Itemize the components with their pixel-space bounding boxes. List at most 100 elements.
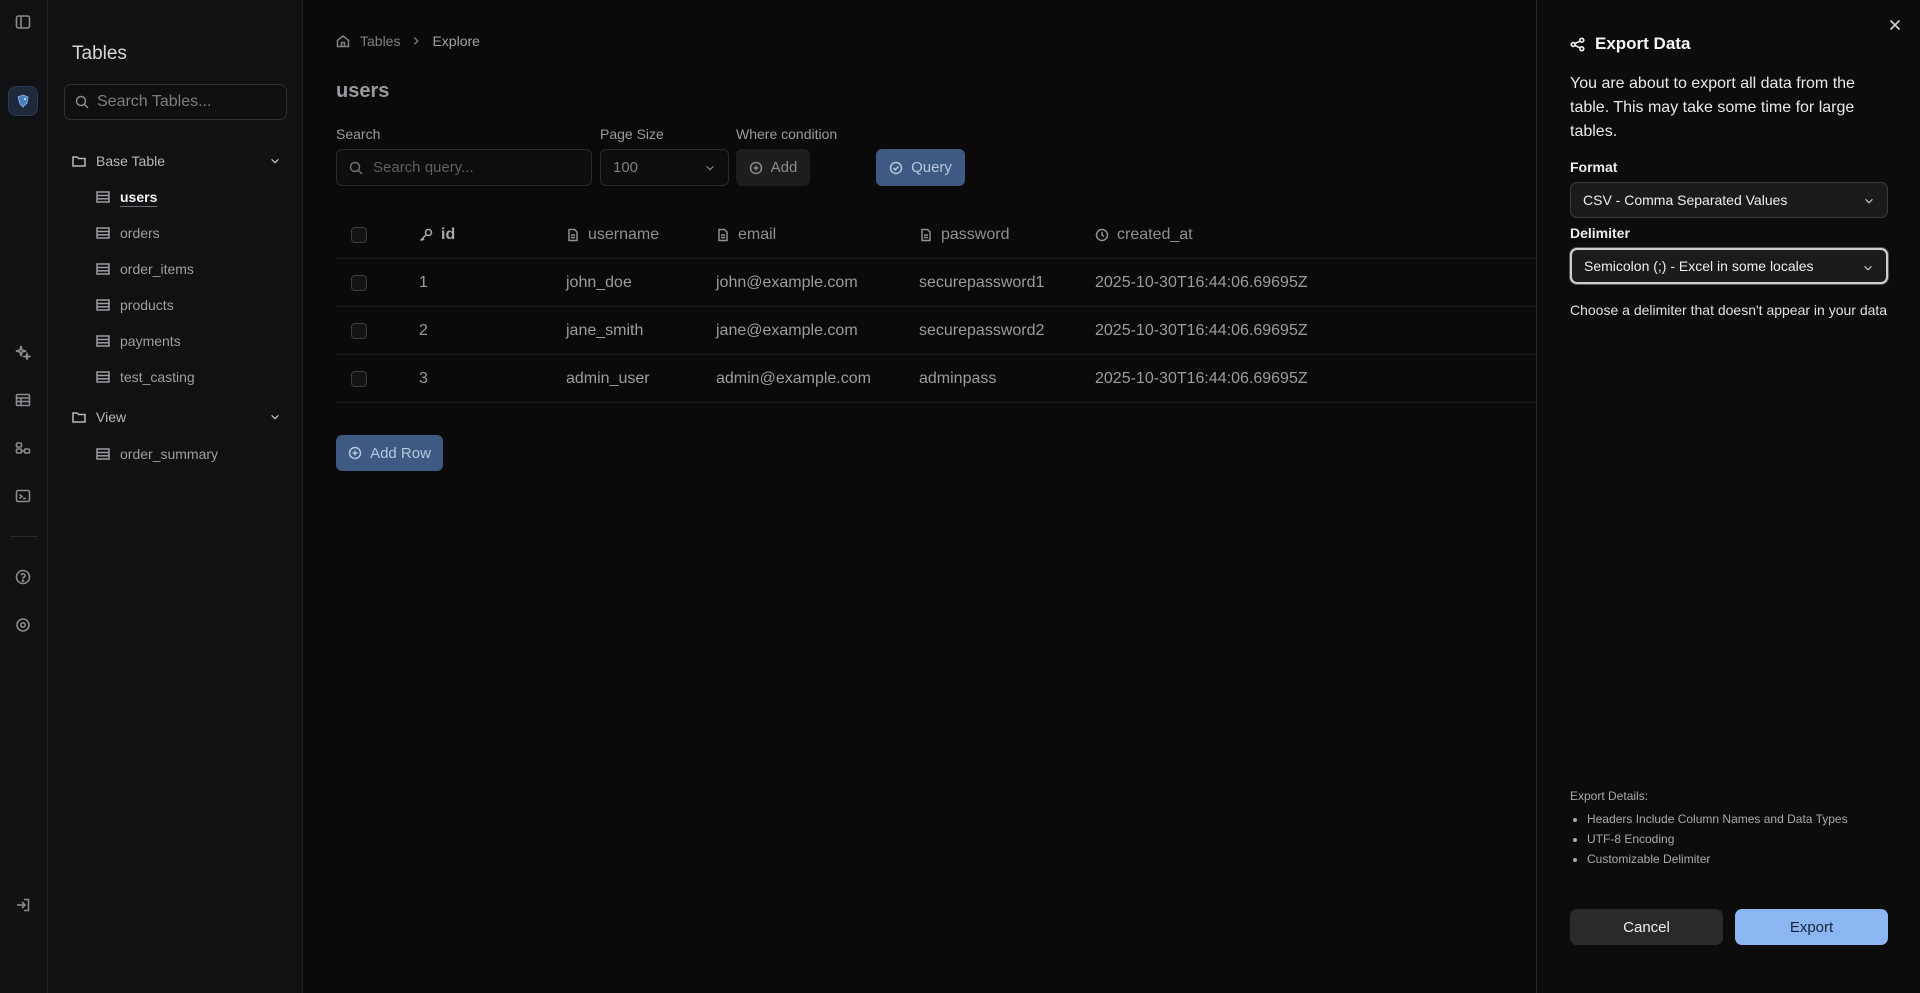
query-search-field[interactable]: [336, 149, 592, 186]
cell-email[interactable]: john@example.com: [716, 259, 858, 307]
file-text-icon: [718, 228, 728, 242]
table-row[interactable]: 2 jane_smith jane@example.com securepass…: [336, 307, 1536, 355]
delimiter-value: Semicolon (;) - Excel in some locales: [1584, 258, 1814, 274]
tree-item-products[interactable]: products: [96, 291, 286, 319]
chevron-down-icon: [271, 158, 279, 164]
sidebar-toggle-icon[interactable]: [14, 13, 32, 31]
export-details-list: Headers Include Column Names and Data Ty…: [1570, 809, 1848, 869]
terminal-icon[interactable]: [14, 487, 32, 505]
column-header-email[interactable]: email: [716, 211, 776, 259]
cancel-button[interactable]: Cancel: [1570, 909, 1723, 945]
row-checkbox[interactable]: [351, 275, 367, 291]
breadcrumb-tables[interactable]: Tables: [360, 33, 400, 49]
table-icon: [96, 448, 110, 460]
tree-item-label: payments: [120, 333, 181, 349]
tree-item-users[interactable]: users: [96, 183, 286, 211]
delimiter-hint: Choose a delimiter that doesn't appear i…: [1570, 302, 1888, 318]
cell-username[interactable]: john_doe: [566, 259, 632, 307]
chevron-down-icon: [1864, 265, 1872, 271]
page-size-value: 100: [613, 159, 639, 176]
tree-item-label: order_items: [120, 261, 194, 277]
help-icon[interactable]: [14, 568, 32, 586]
check-circle-icon: [889, 161, 903, 174]
column-header-label: password: [941, 226, 1010, 243]
tree-item-order-summary[interactable]: order_summary: [96, 440, 286, 468]
key-icon: [419, 228, 433, 242]
select-all-checkbox[interactable]: [351, 227, 367, 243]
export-description: You are about to export all data from th…: [1570, 75, 1855, 140]
app-logo-icon[interactable]: [8, 86, 38, 116]
cell-id[interactable]: 1: [419, 259, 428, 307]
tree-item-test-casting[interactable]: test_casting: [96, 363, 286, 391]
delimiter-select[interactable]: Semicolon (;) - Excel in some locales: [1570, 248, 1888, 284]
cell-id[interactable]: 2: [419, 307, 428, 355]
breadcrumb: Tables Explore: [336, 33, 480, 49]
search-icon: [75, 95, 89, 109]
query-button[interactable]: Query: [876, 149, 965, 186]
table-search-input[interactable]: [97, 93, 267, 111]
cell-username[interactable]: jane_smith: [566, 307, 643, 355]
plus-circle-icon: [749, 161, 762, 174]
row-checkbox[interactable]: [351, 323, 367, 339]
export-title-text: Export Data: [1595, 34, 1691, 53]
query-search-input[interactable]: [373, 159, 573, 176]
row-checkbox[interactable]: [351, 371, 367, 387]
sparkle-icon[interactable]: [14, 343, 32, 361]
export-details-title: Export Details:: [1570, 789, 1649, 803]
cell-created-at[interactable]: 2025-10-30T16:44:06.69695Z: [1095, 259, 1308, 307]
tables-sidebar: Tables Base Table users orders order_ite…: [48, 0, 303, 993]
cell-created-at[interactable]: 2025-10-30T16:44:06.69695Z: [1095, 307, 1308, 355]
format-select[interactable]: CSV - Comma Separated Values: [1570, 182, 1888, 218]
add-condition-button[interactable]: Add: [736, 149, 810, 186]
cell-created-at[interactable]: 2025-10-30T16:44:06.69695Z: [1095, 355, 1308, 403]
table-icon: [96, 299, 110, 311]
rail-divider: [10, 536, 38, 537]
breadcrumb-explore: Explore: [432, 33, 480, 49]
schema-icon[interactable]: [14, 439, 32, 457]
add-condition-label: Add: [770, 159, 798, 176]
tree-item-order-items[interactable]: order_items: [96, 255, 286, 283]
tree-item-label: order_summary: [120, 446, 219, 462]
sidebar-title: Tables: [72, 43, 127, 64]
column-header-created-at[interactable]: created_at: [1095, 211, 1193, 259]
table-icon: [96, 263, 110, 275]
plus-circle-icon: [348, 446, 362, 460]
tree-group-view[interactable]: View: [72, 403, 287, 431]
cell-email[interactable]: admin@example.com: [716, 355, 871, 403]
folder-icon: [72, 156, 86, 167]
tree-item-payments[interactable]: payments: [96, 327, 286, 355]
row-select-cell: [351, 259, 367, 307]
cell-username[interactable]: admin_user: [566, 355, 650, 403]
cell-password[interactable]: adminpass: [919, 355, 996, 403]
table-icon[interactable]: [14, 391, 32, 409]
add-row-button[interactable]: Add Row: [336, 435, 443, 471]
settings-icon[interactable]: [14, 616, 32, 634]
cell-password[interactable]: securepassword2: [919, 307, 1044, 355]
data-table: id username email password created_at 1: [336, 211, 1536, 403]
table-row[interactable]: 3 admin_user admin@example.com adminpass…: [336, 355, 1536, 403]
cell-email[interactable]: jane@example.com: [716, 307, 858, 355]
column-header-label: created_at: [1117, 226, 1193, 243]
close-icon[interactable]: [1886, 16, 1904, 34]
home-icon[interactable]: [336, 34, 350, 48]
table-row[interactable]: 1 john_doe john@example.com securepasswo…: [336, 259, 1536, 307]
table-search-field[interactable]: [64, 84, 287, 120]
tree-group-base-table[interactable]: Base Table: [72, 147, 287, 175]
column-header-password[interactable]: password: [919, 211, 1009, 259]
cell-id[interactable]: 3: [419, 355, 428, 403]
format-label: Format: [1570, 159, 1618, 175]
cell-password[interactable]: securepassword1: [919, 259, 1044, 307]
export-detail-item: Customizable Delimiter: [1587, 849, 1848, 869]
table-icon: [96, 371, 110, 383]
search-label: Search: [336, 126, 381, 142]
add-row-label: Add Row: [370, 444, 431, 462]
clock-icon: [1095, 228, 1109, 242]
row-select-cell: [351, 355, 367, 403]
column-header-username[interactable]: username: [566, 211, 659, 259]
page-size-select[interactable]: 100: [600, 149, 729, 186]
export-button[interactable]: Export: [1735, 909, 1888, 945]
tree-item-orders[interactable]: orders: [96, 219, 286, 247]
share-icon: [1570, 36, 1585, 52]
logout-icon[interactable]: [14, 896, 32, 914]
column-header-id[interactable]: id: [419, 211, 455, 259]
